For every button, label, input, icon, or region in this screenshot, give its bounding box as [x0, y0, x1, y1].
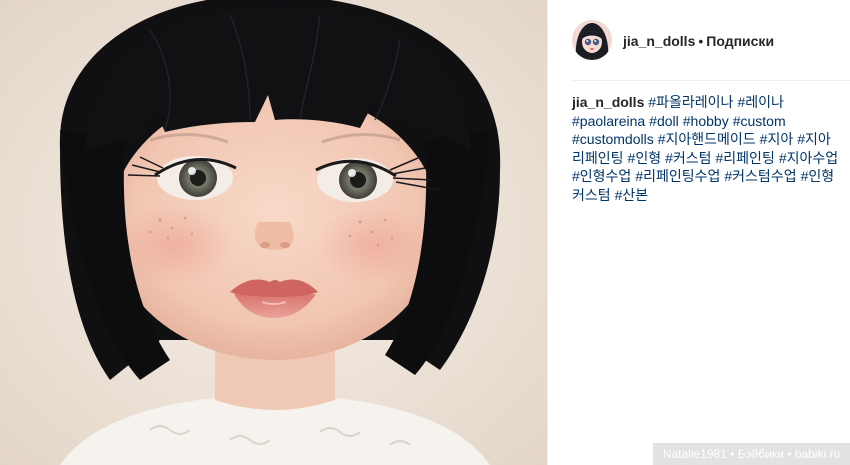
hashtag-link[interactable]: #인형: [801, 168, 835, 184]
hashtag-link[interactable]: #지아수업: [779, 150, 838, 166]
post-side-panel: jia_n_dolls • Подписки jia_n_dolls #파올라레이나 #…: [548, 0, 850, 465]
watermark: Natalie1981 • Бэйбики • babiki.ru: [653, 443, 850, 465]
hashtag-link[interactable]: 리페인팅: [572, 150, 624, 166]
hashtag-link[interactable]: #인형: [628, 150, 662, 166]
caption-line: #인형수업 #리페인팅수업 #커스텀수업 #인형: [572, 167, 850, 186]
hashtag-link[interactable]: #산본: [615, 187, 649, 203]
hashtag-link[interactable]: #인형수업: [572, 168, 631, 184]
header-divider: [572, 80, 850, 81]
hashtag-link[interactable]: #파올라레이나: [648, 94, 733, 110]
hashtag-link[interactable]: #hobby: [683, 113, 729, 129]
header-username-link[interactable]: jia_n_dolls: [623, 33, 695, 49]
hashtag-link[interactable]: #커스텀수업: [724, 168, 796, 184]
caption-line: 리페인팅 #인형 #커스텀 #리페인팅 #지아수업: [572, 149, 850, 168]
caption-line: jia_n_dolls #파올라레이나 #레이나: [572, 93, 850, 112]
header-text: jia_n_dolls • Подписки: [623, 33, 774, 49]
caption-line: 커스텀 #산본: [572, 186, 850, 205]
hashtag-link[interactable]: #doll: [649, 113, 679, 129]
caption-username-link[interactable]: jia_n_dolls: [572, 94, 644, 110]
hashtag-link[interactable]: #paolareina: [572, 113, 645, 129]
following-button[interactable]: Подписки: [706, 33, 774, 49]
doll-photo: [0, 0, 547, 465]
hashtag-link[interactable]: 커스텀: [572, 187, 611, 203]
post-image[interactable]: [0, 0, 547, 465]
hashtag-link[interactable]: #지아: [797, 131, 831, 147]
post-header: jia_n_dolls • Подписки: [548, 0, 850, 80]
post-caption: jia_n_dolls #파올라레이나 #레이나 #paolareina #doll #h…: [572, 93, 850, 204]
header-separator: •: [698, 33, 704, 49]
hashtag-link[interactable]: #지아: [760, 131, 794, 147]
caption-line: #paolareina #doll #hobby #custom: [572, 112, 850, 131]
hashtag-link[interactable]: #레이나: [737, 94, 783, 110]
hashtag-link[interactable]: #리페인팅: [716, 150, 775, 166]
hashtag-link[interactable]: #커스텀: [665, 150, 711, 166]
hashtag-link[interactable]: #custom: [733, 113, 786, 129]
hashtag-link[interactable]: #리페인팅수업: [635, 168, 720, 184]
avatar[interactable]: [572, 20, 612, 60]
caption-line: #customdolls #지아핸드메이드 #지아 #지아: [572, 130, 850, 149]
hashtag-link[interactable]: #customdolls: [572, 131, 654, 147]
hashtag-link[interactable]: #지아핸드메이드: [658, 131, 756, 147]
avatar-doll-icon: [572, 20, 612, 60]
